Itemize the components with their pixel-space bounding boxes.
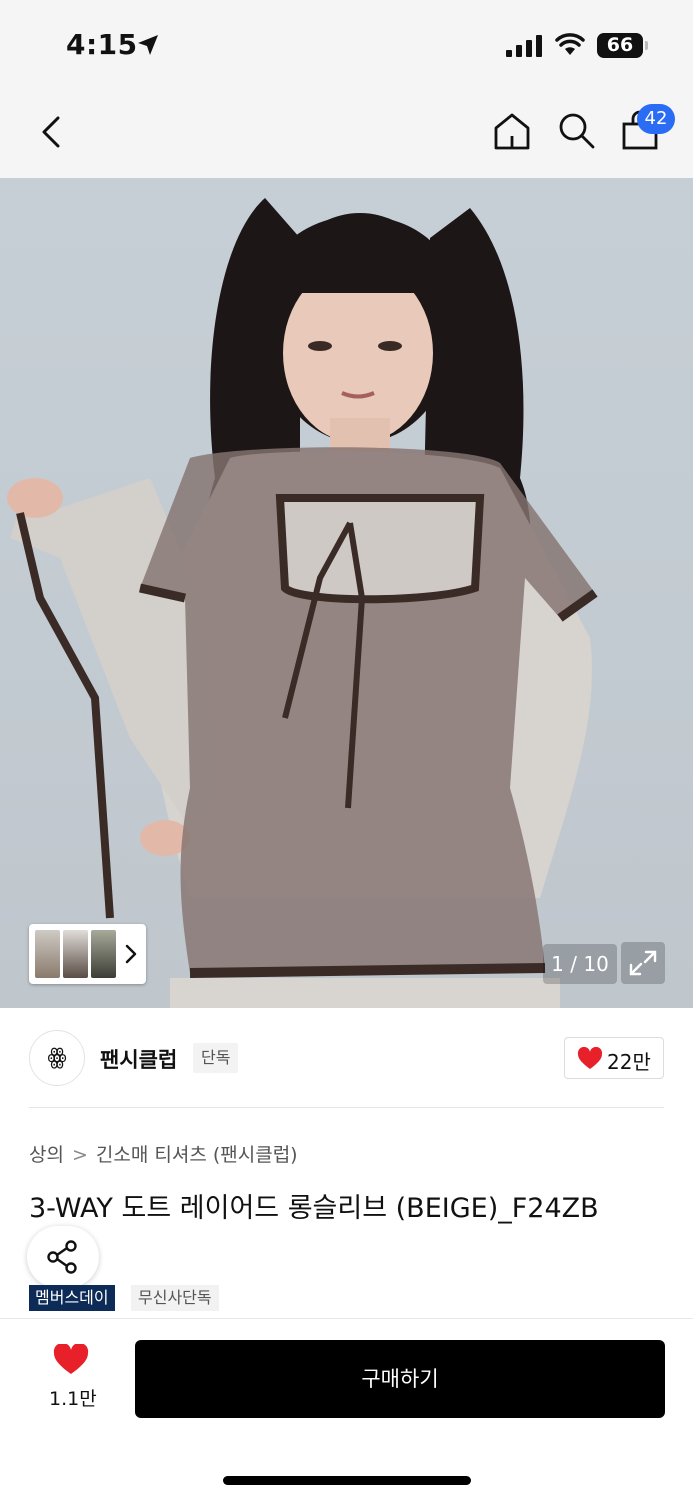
chevron-left-icon[interactable] [36,112,68,152]
wifi-icon [555,33,585,55]
share-icon [47,1240,77,1274]
product-image[interactable] [0,178,693,1008]
breadcrumb-subcategory[interactable]: 긴소매 티셔츠 (팬시클럽) [96,1144,298,1166]
product-title: 3-WAY 도트 레이어드 롱슬리브 (BEIGE)_F24ZB [29,1193,599,1224]
brand-like-count: 22만 [607,1050,651,1074]
brand-like-button[interactable]: 22만 [564,1037,664,1079]
expand-button[interactable] [621,942,665,984]
breadcrumb-separator: > [71,1144,88,1166]
members-day-tag: 멤버스데이 [29,1285,115,1311]
location-arrow-icon [138,35,158,55]
chevron-right-icon[interactable] [123,942,139,966]
thumbnail-strip[interactable] [29,924,146,984]
battery-cap [645,41,648,50]
musinsa-exclusive-tag: 무신사단독 [131,1285,219,1311]
cart-count-badge: 42 [637,104,675,134]
thumbnail-2[interactable] [63,930,88,978]
thumbnail-1[interactable] [35,930,60,978]
thumbnail-3[interactable] [91,930,116,978]
divider [29,1107,664,1108]
top-nav: 42 [0,90,693,178]
buy-button[interactable]: 구매하기 [135,1340,665,1418]
breadcrumb: 상의 > 긴소매 티셔츠 (팬시클럽) [29,1140,298,1167]
heart-icon [577,1047,603,1069]
expand-icon [629,950,657,976]
status-time: 4:15 [66,28,138,61]
status-bar: 4:15 66 [0,0,693,90]
home-icon[interactable] [491,110,533,152]
share-button[interactable] [27,1226,99,1288]
wishlist-count: 1.1만 [49,1388,97,1410]
search-icon[interactable] [556,110,596,150]
battery-icon: 66 [597,33,643,58]
exclusive-tag: 단독 [193,1043,239,1073]
wishlist-heart-icon[interactable] [53,1344,89,1376]
brand-logo[interactable]: ꙮ [29,1030,85,1086]
brand-name[interactable]: 팬시클럽 [100,1044,177,1074]
image-counter: 1 / 10 [543,944,617,984]
breadcrumb-category[interactable]: 상의 [29,1144,64,1166]
signal-icon [506,35,542,57]
product-photo-illustration [7,198,598,1008]
home-indicator[interactable] [223,1476,471,1485]
